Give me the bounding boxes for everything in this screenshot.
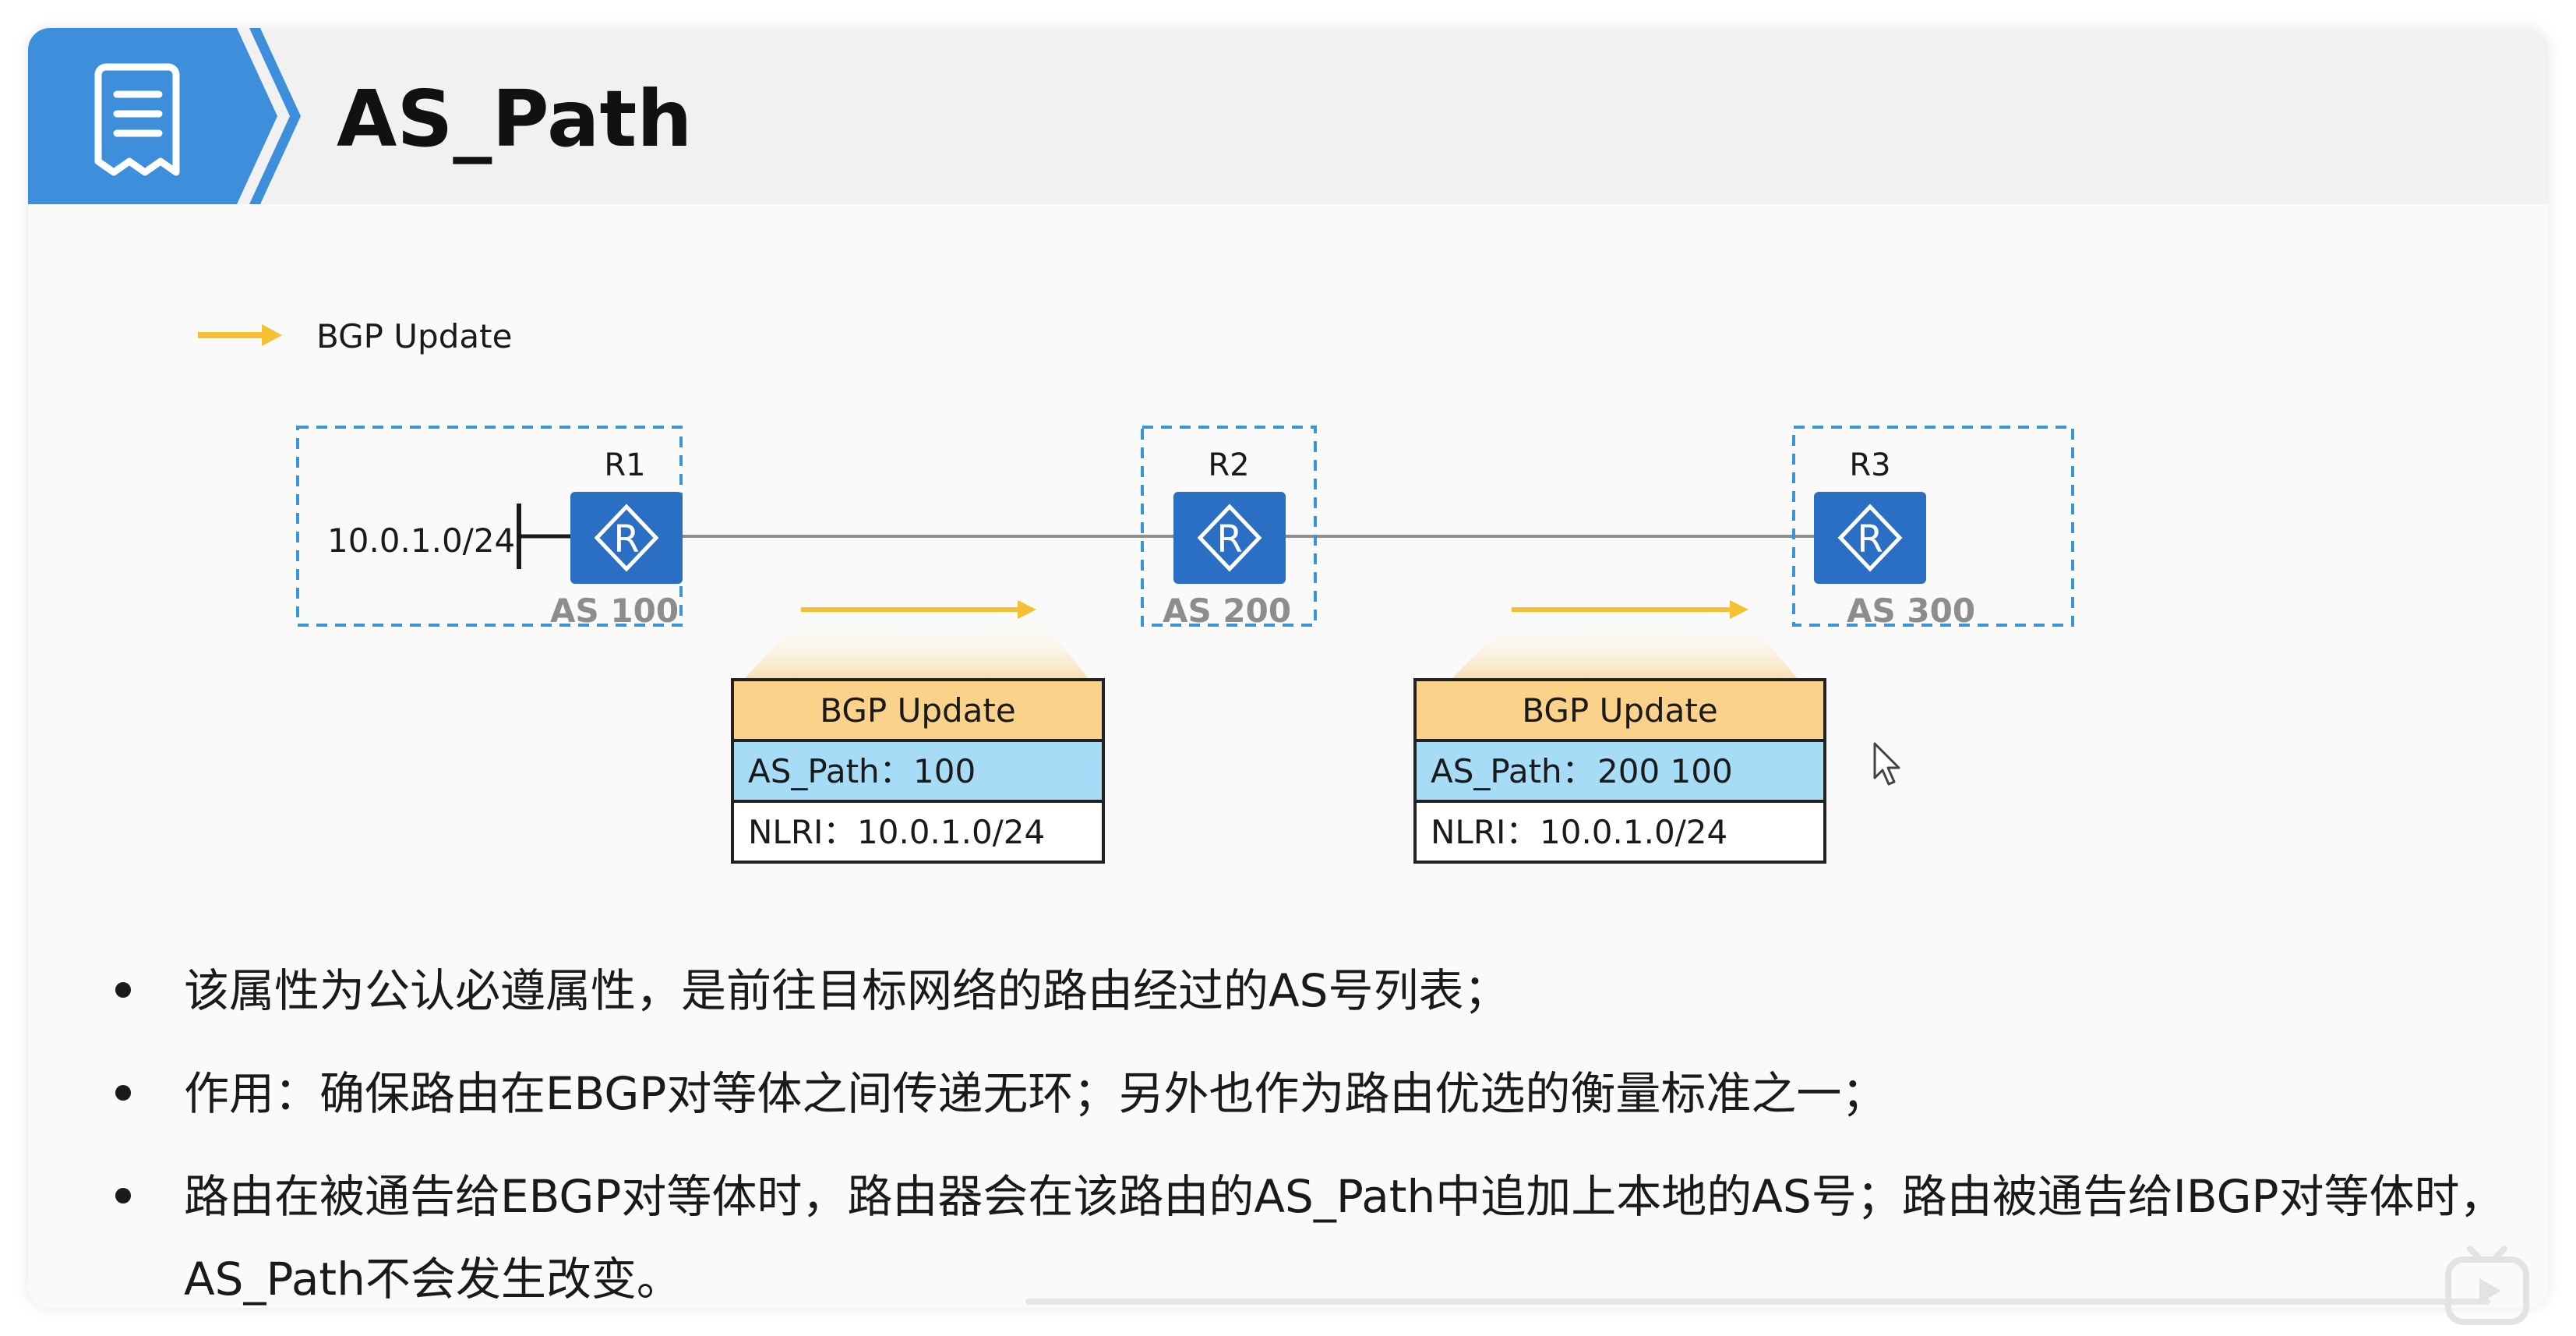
router-name-r2: R2	[1208, 447, 1249, 483]
bullet-text: 作用：确保路由在EBGP对等体之间传递无环；另外也作为路由优选的衡量标准之一；	[184, 1067, 1887, 1120]
update-table-2: BGP Update AS_Path： 200 100 NLRI： 10.0.1…	[1413, 678, 1826, 864]
as-path-value: 100	[913, 752, 976, 790]
router-icon: R	[1814, 492, 1926, 584]
bullet-text: 该属性为公认必遵属性，是前往目标网络的路由经过的AS号列表；	[184, 964, 1509, 1017]
page: AS_Path BGP Update 10.0.1.0/24 R1 R AS 1…	[0, 0, 2576, 1336]
legend-arrow-head	[262, 324, 282, 346]
update-fan-2	[1451, 617, 1798, 680]
network-label: 10.0.1.0/24	[327, 521, 515, 560]
update-arrow-2	[1451, 600, 1798, 680]
svg-text:R: R	[1216, 518, 1242, 561]
as-path-value: 200 100	[1597, 752, 1733, 790]
router-name-r1: R1	[604, 447, 645, 483]
video-logo-icon	[2445, 1246, 2529, 1325]
update-arrow-1	[743, 600, 1089, 680]
update-table-1: BGP Update AS_Path： 100 NLRI： 10.0.1.0/2…	[731, 678, 1105, 864]
router-r2: R2 R AS 200	[1163, 447, 1291, 630]
router-icon: R	[570, 492, 683, 584]
bullet-list: 该属性为公认必遵属性，是前往目标网络的路由经过的AS号列表； 作用：确保路由在E…	[92, 949, 2515, 1308]
router-icon: R	[1173, 492, 1286, 584]
svg-text:R: R	[613, 518, 639, 561]
nlri-label: NLRI：	[748, 813, 856, 851]
as-label-100: AS 100	[550, 592, 679, 630]
as-label-200: AS 200	[1163, 592, 1291, 630]
bullet-dot	[115, 1188, 131, 1203]
update-header: BGP Update	[820, 691, 1015, 730]
nlri-value: 10.0.1.0/24	[1540, 813, 1727, 851]
bullet-text: 路由在被通告给EBGP对等体时，路由器会在该路由的AS_Path中追加上本地的A…	[184, 1170, 2505, 1306]
update-fan-1	[743, 617, 1089, 680]
router-r3: R3 R AS 300	[1814, 447, 1975, 630]
bullet-item: 该属性为公认必遵属性，是前往目标网络的路由经过的AS号列表；	[92, 949, 2515, 1032]
slide: AS_Path BGP Update 10.0.1.0/24 R1 R AS 1…	[28, 28, 2548, 1308]
update-header: BGP Update	[1522, 691, 1717, 730]
bullet-dot	[115, 1085, 131, 1101]
bullet-dot	[115, 982, 131, 998]
legend: BGP Update	[198, 317, 512, 355]
nlri-value: 10.0.1.0/24	[857, 813, 1045, 851]
router-name-r3: R3	[1849, 447, 1890, 483]
svg-text:R: R	[1857, 518, 1883, 561]
legend-label: BGP Update	[316, 317, 512, 355]
progress-strip	[1025, 1299, 2490, 1305]
router-r1: R1 R AS 100	[550, 447, 683, 630]
bullet-item: 作用：确保路由在EBGP对等体之间传递无环；另外也作为路由优选的衡量标准之一；	[92, 1052, 2515, 1135]
mouse-pointer-icon	[1873, 742, 1900, 786]
bullet-item: 路由在被通告给EBGP对等体时，路由器会在该路由的AS_Path中追加上本地的A…	[92, 1155, 2515, 1308]
as-path-label: AS_Path：	[748, 752, 912, 790]
as-path-label: AS_Path：	[1431, 752, 1595, 790]
as-label-300: AS 300	[1847, 592, 1975, 630]
nlri-label: NLRI：	[1431, 813, 1538, 851]
